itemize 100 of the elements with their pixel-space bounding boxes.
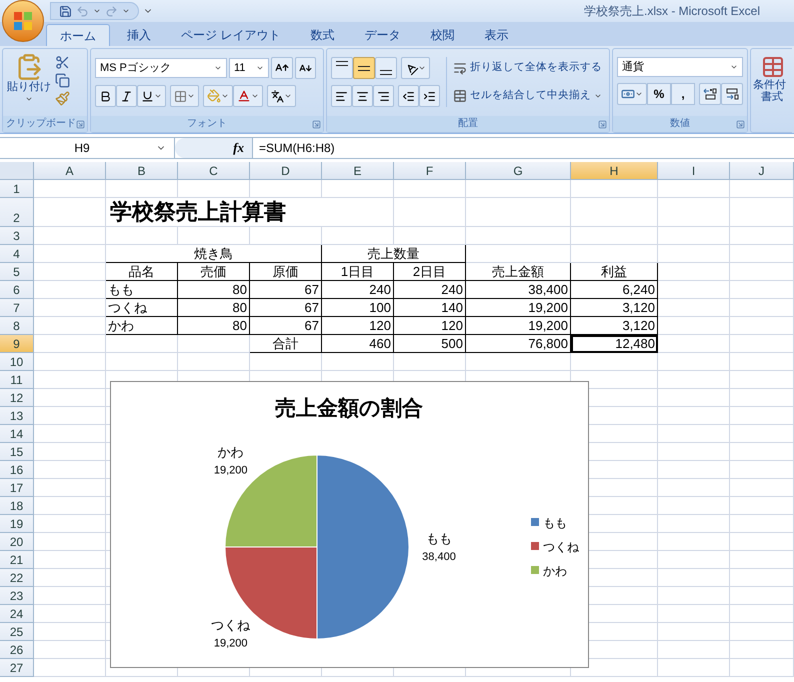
fill-color-button[interactable] [203, 85, 233, 107]
group-label: 数値 [670, 117, 690, 131]
ribbon-tab[interactable]: データ [351, 24, 414, 46]
row-header[interactable]: 24 [0, 605, 34, 623]
column-header[interactable]: E [322, 162, 394, 180]
column-header[interactable]: H [571, 162, 658, 180]
column-header[interactable]: D [250, 162, 322, 180]
vertical-align-button[interactable] [331, 57, 353, 79]
row-header[interactable]: 26 [0, 641, 34, 659]
row-header[interactable]: 12 [0, 389, 34, 407]
column-header[interactable]: C [178, 162, 250, 180]
row-header[interactable]: 19 [0, 515, 34, 533]
increase-indent-icon [423, 90, 436, 102]
font-color-button[interactable] [233, 85, 263, 107]
ribbon-tab[interactable]: 数式 [297, 24, 348, 46]
column-header[interactable]: F [394, 162, 466, 180]
table-cell: 67 [250, 281, 322, 299]
row-header[interactable]: 16 [0, 461, 34, 479]
currency-button[interactable] [617, 83, 647, 105]
underline-button[interactable] [137, 85, 166, 107]
save-icon[interactable] [59, 4, 72, 18]
office-logo-icon [13, 11, 33, 31]
vertical-align-button[interactable] [353, 57, 375, 79]
grow-font-button[interactable] [271, 57, 293, 79]
decrease-decimal-button[interactable] [721, 83, 743, 105]
row-header[interactable]: 17 [0, 479, 34, 497]
group-label: 配置 [458, 117, 478, 131]
phonetic-icon [271, 90, 284, 102]
increase-decimal-button[interactable] [699, 83, 721, 105]
copy-icon[interactable] [55, 73, 70, 88]
row-header[interactable]: 23 [0, 587, 34, 605]
align-center-button[interactable] [352, 85, 373, 107]
font-name-field[interactable]: MS Pゴシック [95, 58, 227, 78]
increase-indent-button[interactable] [419, 85, 440, 107]
ribbon-tab[interactable]: ホーム [46, 24, 110, 46]
row-header[interactable]: 5 [0, 263, 34, 281]
borders-button[interactable] [170, 85, 199, 107]
row-header[interactable]: 7 [0, 299, 34, 317]
ribbon-tab[interactable]: 校閲 [417, 24, 468, 46]
table-cell: 120 [322, 317, 394, 335]
merge-cells-icon [453, 89, 467, 103]
number-style-button[interactable]: , [671, 83, 695, 105]
conditional-format-button[interactable]: 条件付 書式 [751, 49, 792, 103]
row-header[interactable]: 13 [0, 407, 34, 425]
row-header[interactable]: 2 [0, 198, 34, 227]
ribbon-tab[interactable]: ページ レイアウト [168, 24, 294, 46]
slice-value: 38,400 [422, 551, 456, 563]
orientation-button[interactable] [401, 57, 430, 79]
wrap-text-button[interactable]: 折り返して全体を表示する [453, 57, 602, 79]
italic-button[interactable] [116, 85, 137, 107]
table-cell: 合計 [250, 335, 322, 353]
number-style-button[interactable]: % [647, 83, 671, 105]
row-header[interactable]: 22 [0, 569, 34, 587]
paste-button[interactable]: 貼り付け [7, 53, 51, 103]
column-header[interactable]: G [466, 162, 571, 180]
function-button[interactable]: fx [175, 138, 253, 158]
phonetic-button[interactable] [267, 85, 296, 107]
decrease-indent-button[interactable] [398, 85, 419, 107]
column-header[interactable]: I [658, 162, 730, 180]
table-cell: 240 [322, 281, 394, 299]
legend-label: つくね [543, 540, 579, 554]
row-header[interactable]: 6 [0, 281, 34, 299]
row-header[interactable]: 14 [0, 425, 34, 443]
row-header[interactable]: 11 [0, 371, 34, 389]
row-header[interactable]: 21 [0, 551, 34, 569]
row-header[interactable]: 10 [0, 353, 34, 371]
row-header[interactable]: 3 [0, 227, 34, 245]
row-header[interactable]: 18 [0, 497, 34, 515]
shrink-font-button[interactable] [295, 57, 316, 79]
dialog-launcher-icon[interactable] [736, 120, 745, 128]
column-header[interactable]: J [730, 162, 794, 180]
ribbon-tab[interactable]: 表示 [471, 24, 522, 46]
group-label: フォント [187, 117, 227, 131]
row-header[interactable]: 9 [0, 335, 34, 353]
align-right-button[interactable] [373, 85, 394, 107]
borders-icon [174, 90, 187, 102]
vertical-align-button[interactable] [375, 57, 397, 79]
legend-label: もも [543, 516, 567, 530]
merge-center-button[interactable]: セルを結合して中央揃え [453, 85, 602, 107]
row-header[interactable]: 25 [0, 623, 34, 641]
align-left-button[interactable] [331, 85, 352, 107]
bold-button[interactable] [95, 85, 116, 107]
row-header[interactable]: 4 [0, 245, 34, 263]
column-header[interactable]: B [106, 162, 178, 180]
row-header[interactable]: 8 [0, 317, 34, 335]
ribbon-tab[interactable]: 挿入 [114, 24, 164, 46]
row-header[interactable]: 1 [0, 180, 34, 198]
dialog-launcher-icon[interactable] [598, 120, 607, 128]
number-format-field[interactable]: 通貨 [617, 57, 743, 77]
formula-field[interactable]: =SUM(H6:H8) [253, 139, 335, 157]
dialog-launcher-icon[interactable] [312, 120, 321, 128]
wrap-text-icon [453, 61, 467, 75]
cut-icon[interactable] [55, 55, 70, 70]
dialog-launcher-icon[interactable] [76, 120, 85, 128]
group-label: クリップボード [6, 117, 76, 131]
row-header[interactable]: 15 [0, 443, 34, 461]
row-header[interactable]: 27 [0, 659, 34, 677]
column-header[interactable]: A [34, 162, 106, 180]
row-header[interactable]: 20 [0, 533, 34, 551]
font-size-field[interactable]: 11 [229, 58, 269, 78]
